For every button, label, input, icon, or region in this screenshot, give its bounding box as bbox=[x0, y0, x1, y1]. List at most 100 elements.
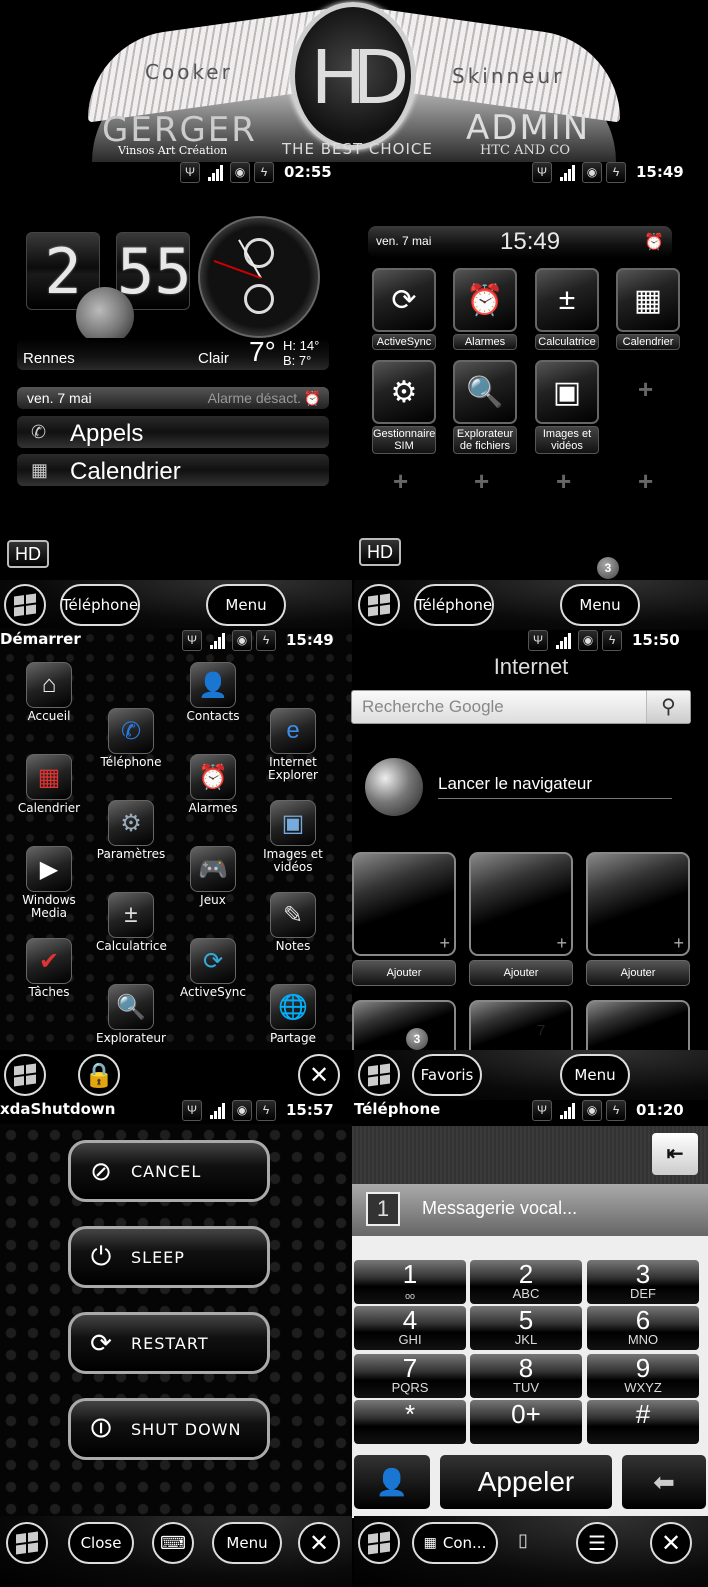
favorite-slot[interactable]: + Ajouter bbox=[586, 852, 690, 986]
hd-badge[interactable]: HD bbox=[359, 538, 401, 566]
favorite-slot[interactable]: 7 bbox=[469, 1000, 573, 1050]
launch-browser-link[interactable]: Lancer le navigateur bbox=[438, 774, 672, 799]
softkey-favoris[interactable]: Favoris bbox=[412, 1054, 482, 1096]
dial-key[interactable]: 3 DEF bbox=[587, 1260, 699, 1304]
delete-button[interactable]: ⬅ bbox=[622, 1455, 706, 1509]
search-button[interactable]: ⚲ bbox=[646, 691, 690, 723]
dial-key[interactable]: 1 ₒₒ bbox=[354, 1260, 466, 1304]
dial-key[interactable]: 6 MNO bbox=[587, 1306, 699, 1350]
dial-key[interactable]: # bbox=[587, 1400, 699, 1444]
key-letters: ABC bbox=[512, 1286, 540, 1301]
start-app[interactable]: e Internet Explorer bbox=[258, 708, 328, 782]
lock-button[interactable]: 🔒 bbox=[78, 1054, 120, 1096]
dial-key[interactable]: 5 JKL bbox=[470, 1306, 582, 1350]
app-tile[interactable]: ⏰ Alarmes bbox=[453, 268, 517, 350]
windows-start-button[interactable] bbox=[358, 1522, 400, 1564]
app-tile-icon: ⟳ bbox=[372, 268, 436, 332]
favorite-slot[interactable] bbox=[586, 1000, 690, 1050]
windows-logo-icon bbox=[368, 593, 390, 617]
shutdown-option-button[interactable]: ⏼ SHUT DOWN bbox=[68, 1398, 270, 1460]
app-tile[interactable]: ▦ Calendrier bbox=[616, 268, 680, 350]
softkey-contacts[interactable]: ▦ Con... bbox=[412, 1522, 498, 1564]
close-button[interactable]: ✕ bbox=[298, 1522, 340, 1564]
add-tile-icon[interactable]: + bbox=[474, 466, 489, 497]
status-time: 15:49 bbox=[636, 163, 684, 181]
dial-key[interactable]: 4 GHI bbox=[354, 1306, 466, 1350]
app-tile-icon: ▦ bbox=[616, 268, 680, 332]
close-button[interactable]: ✕ bbox=[650, 1522, 692, 1564]
chronograph-clock[interactable] bbox=[198, 216, 320, 338]
dial-key[interactable]: 0+ bbox=[470, 1400, 582, 1444]
row-calendrier[interactable]: ▦ Calendrier bbox=[17, 454, 329, 486]
shutdown-option-button[interactable]: ⏻ SLEEP bbox=[68, 1226, 270, 1288]
start-app[interactable]: ✎ Notes bbox=[258, 892, 328, 953]
start-app[interactable]: 🎮 Jeux bbox=[178, 846, 248, 907]
dial-key[interactable]: 8 TUV bbox=[470, 1354, 582, 1398]
call-button[interactable]: Appeler bbox=[440, 1455, 612, 1509]
add-favorite-button[interactable]: Ajouter bbox=[352, 960, 456, 986]
start-app[interactable]: 🔍 Explorateur bbox=[96, 984, 166, 1045]
dial-key[interactable]: * bbox=[354, 1400, 466, 1444]
backspace-button[interactable]: ⇤ bbox=[652, 1133, 698, 1175]
weather-bar[interactable]: Rennes Clair 7° H: 14° B: 7° bbox=[17, 336, 329, 370]
add-favorite-button[interactable]: Ajouter bbox=[586, 960, 690, 986]
app-tile[interactable]: 🔍 Explorateur de fichiers bbox=[453, 360, 517, 454]
softkey-menu[interactable]: Menu bbox=[206, 584, 286, 626]
shutdown-option-button[interactable]: ⊘ CANCEL bbox=[68, 1140, 270, 1202]
app-tile[interactable]: ⟳ ActiveSync bbox=[372, 268, 436, 350]
voicemail-row[interactable]: 1 Messagerie vocal... bbox=[352, 1184, 708, 1236]
softkey-menu[interactable]: Menu bbox=[560, 584, 640, 626]
start-app[interactable]: ✆ Téléphone bbox=[96, 708, 166, 769]
add-tile-icon[interactable]: + bbox=[393, 466, 408, 497]
usb-icon: Ψ bbox=[532, 161, 552, 183]
start-app[interactable]: 🌐 Partage bbox=[258, 984, 328, 1045]
arrow-left-icon: ⬅ bbox=[653, 1466, 675, 1497]
list-button[interactable]: ☰ bbox=[576, 1522, 618, 1564]
dial-key[interactable]: 7 PQRS bbox=[354, 1354, 466, 1398]
row-appels[interactable]: ✆ Appels bbox=[17, 416, 329, 448]
windows-start-button[interactable] bbox=[6, 1522, 48, 1564]
softkey-menu[interactable]: Menu bbox=[212, 1522, 282, 1564]
keyboard-button[interactable]: ⌨ bbox=[152, 1522, 194, 1564]
add-tile-icon[interactable]: + bbox=[556, 466, 571, 497]
favorite-slot[interactable]: + Ajouter bbox=[469, 852, 573, 986]
start-app[interactable]: ▶ Windows Media bbox=[14, 846, 84, 920]
add-favorite-button[interactable]: Ajouter bbox=[469, 960, 573, 986]
clock-date-bar[interactable]: ven. 7 mai 15:49 ⏰ bbox=[368, 226, 672, 258]
start-app[interactable]: ⏰ Alarmes bbox=[178, 754, 248, 815]
app-tile[interactable]: ⚙ Gestionnaire SIM bbox=[372, 360, 436, 454]
start-app[interactable]: 👤 Contacts bbox=[178, 662, 248, 723]
softkey-left[interactable]: Téléphone bbox=[414, 584, 494, 626]
dial-key[interactable]: 9 WXYZ bbox=[587, 1354, 699, 1398]
shutdown-option-button[interactable]: ⟳ RESTART bbox=[68, 1312, 270, 1374]
windows-start-button[interactable] bbox=[4, 1054, 46, 1096]
hd-badge[interactable]: HD bbox=[7, 540, 49, 568]
softkey-close[interactable]: Close bbox=[68, 1522, 134, 1564]
status-time: 15:50 bbox=[632, 631, 680, 649]
windows-start-button[interactable] bbox=[4, 584, 46, 626]
contacts-call-button[interactable]: 👤 bbox=[354, 1455, 430, 1509]
browser-globe-icon[interactable] bbox=[365, 758, 423, 816]
google-search-input[interactable]: Recherche Google ⚲ bbox=[351, 690, 691, 724]
add-tile-icon[interactable]: + bbox=[638, 374, 653, 405]
windows-start-button[interactable] bbox=[358, 584, 400, 626]
close-button[interactable]: ✕ bbox=[298, 1054, 340, 1096]
favorite-slot[interactable]: + Ajouter bbox=[352, 852, 456, 986]
softkey-menu[interactable]: Menu bbox=[560, 1054, 630, 1096]
start-app[interactable]: ⚙ Paramètres bbox=[96, 800, 166, 861]
softkey-left[interactable]: Téléphone bbox=[60, 584, 140, 626]
start-app[interactable]: ± Calculatrice bbox=[96, 892, 167, 953]
start-app[interactable]: ⟳ ActiveSync bbox=[178, 938, 248, 999]
add-tile-icon[interactable]: + bbox=[638, 466, 653, 497]
windows-start-button[interactable] bbox=[358, 1054, 400, 1096]
start-app[interactable]: ⌂ Accueil bbox=[14, 662, 84, 723]
app-tile[interactable]: ± Calculatrice bbox=[535, 268, 599, 350]
start-app[interactable]: ▦ Calendrier bbox=[14, 754, 84, 815]
favorite-slot[interactable] bbox=[352, 1000, 456, 1050]
start-app[interactable]: ▣ Images et vidéos bbox=[258, 800, 328, 874]
start-app[interactable]: ✔ Tâches bbox=[14, 938, 84, 999]
app-label: Windows Media bbox=[22, 893, 76, 920]
dial-key[interactable]: 2 ABC bbox=[470, 1260, 582, 1304]
date-alarm-bar[interactable]: ven. 7 mai Alarme désact. ⏰ bbox=[17, 387, 329, 409]
app-tile[interactable]: ▣ Images et vidéos bbox=[535, 360, 599, 454]
